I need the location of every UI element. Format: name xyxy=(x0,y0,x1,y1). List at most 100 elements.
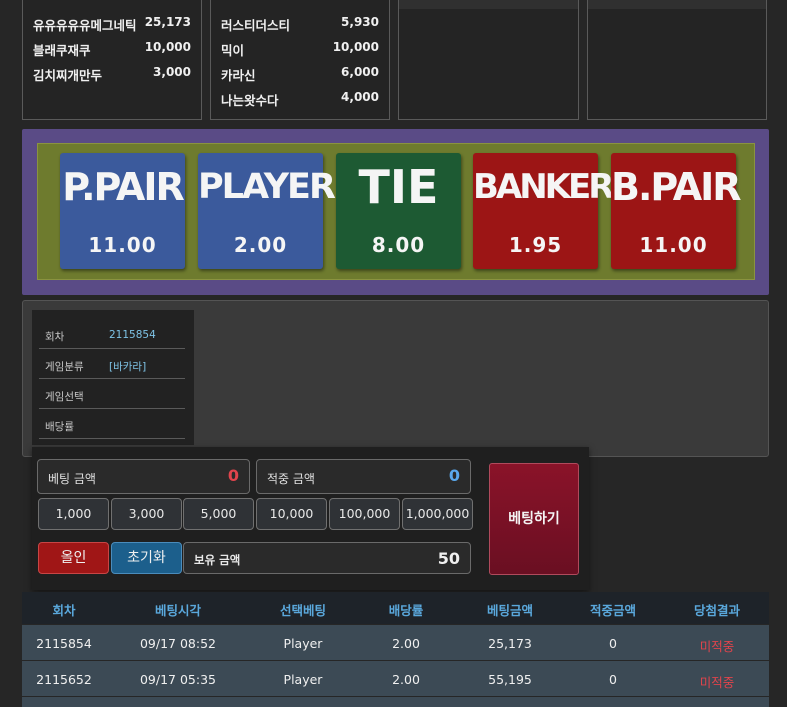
reset-button[interactable]: 초기화 xyxy=(111,542,182,574)
ranking-amount: 25,173 xyxy=(144,15,191,29)
info-row-category: 게임분류 [바카라] xyxy=(39,349,185,379)
column-header: 회차 xyxy=(52,603,76,618)
win-amount-field: 적중 금액 0 xyxy=(256,459,471,494)
column-header: 당첨결과 xyxy=(693,603,741,618)
ranking-panel-1: 유유유유유메그네틱 25,173 블래쿠재쿠 10,000 김치찌개만두 3,000 xyxy=(22,0,202,120)
bet-option-odds: 11.00 xyxy=(88,233,157,257)
info-label: 배당률 xyxy=(45,421,74,433)
table-cell: 0 xyxy=(609,672,617,687)
bet-option-banker[interactable]: BANKER 1.95 xyxy=(473,153,614,269)
ranking-name: 러스티더스티 xyxy=(221,18,291,33)
game-info-table: 회차 2115854 게임분류 [바카라] 게임선택 배당률 xyxy=(32,310,194,445)
bet-amount-value: 0 xyxy=(227,466,239,485)
ranking-panel-3 xyxy=(398,0,579,120)
ranking-name: 나는왓수다 xyxy=(221,93,279,108)
info-label: 게임분류 xyxy=(45,361,84,373)
bet-option-player[interactable]: PLAYER 2.00 xyxy=(198,153,336,269)
table-cell: 25,173 xyxy=(488,636,532,651)
info-row-round: 회차 2115854 xyxy=(39,319,185,349)
ranking-row: 믹이 10,000 xyxy=(221,40,379,59)
bet-amount-label: 베팅 금액 xyxy=(48,472,96,486)
all-in-button[interactable]: 올인 xyxy=(38,542,109,574)
bet-option-tie[interactable]: TIE 8.00 xyxy=(336,153,461,269)
betting-panel: 베팅 금액 0 적중 금액 0 1,000 3,000 5,000 10,000… xyxy=(32,447,589,590)
ranking-panel-4 xyxy=(587,0,767,120)
column-header: 배당률 xyxy=(388,603,424,618)
info-label: 게임선택 xyxy=(45,391,84,403)
bet-option-name: P.PAIR xyxy=(62,165,184,209)
ranking-row: 러스티더스티 5,930 xyxy=(221,15,379,34)
info-label: 회차 xyxy=(45,331,65,343)
ranking-amount: 6,000 xyxy=(341,65,379,79)
table-cell: Player xyxy=(283,672,323,687)
info-value: [바카라] xyxy=(109,361,147,373)
ranking-amount: 5,930 xyxy=(341,15,379,29)
ranking-name: 유유유유유메그네틱 xyxy=(33,18,137,33)
bet-option-name: B.PAIR xyxy=(611,165,742,209)
holding-amount-value: 50 xyxy=(437,549,460,568)
info-value: 2115854 xyxy=(109,329,156,341)
bet-option-odds: 8.00 xyxy=(371,233,426,257)
ranking-amount: 10,000 xyxy=(144,40,191,54)
table-cell: 2115652 xyxy=(36,672,92,687)
result-cell: 미적중 xyxy=(699,675,735,690)
ranking-amount: 10,000 xyxy=(332,40,379,54)
ranking-row: 카라신 6,000 xyxy=(221,65,379,84)
bet-option-odds: 2.00 xyxy=(233,233,288,257)
table-cell: 2115854 xyxy=(36,636,92,651)
ranking-row: 김치찌개만두 3,000 xyxy=(33,65,191,84)
ranking-name: 카라신 xyxy=(221,68,256,83)
table-cell: 2.00 xyxy=(392,636,420,651)
column-header: 선택베팅 xyxy=(279,603,327,618)
bet-option-name: TIE xyxy=(358,160,439,214)
ranking-amount: 3,000 xyxy=(153,65,191,79)
info-row-odds: 배당률 xyxy=(39,409,185,439)
column-header: 베팅시각 xyxy=(154,603,202,618)
ranking-amount: 4,000 xyxy=(341,90,379,104)
chip-button-1000[interactable]: 1,000 xyxy=(38,498,109,530)
table-header: 회차 베팅시각 선택베팅 배당률 베팅금액 적중금액 당첨결과 xyxy=(22,592,769,624)
table-cell: Player xyxy=(283,636,323,651)
chip-button-100000[interactable]: 100,000 xyxy=(329,498,400,530)
bet-amount-field[interactable]: 베팅 금액 0 xyxy=(37,459,250,494)
table-cell: 55,195 xyxy=(488,672,532,687)
holding-amount-label: 보유 금액 xyxy=(194,553,241,567)
chip-button-1000000[interactable]: 1,000,000 xyxy=(402,498,473,530)
result-cell: 미적중 xyxy=(699,639,735,654)
info-row-selection: 게임선택 xyxy=(39,379,185,409)
chip-button-10000[interactable]: 10,000 xyxy=(256,498,327,530)
bet-option-name: PLAYER xyxy=(198,167,336,207)
bet-option-name: BANKER xyxy=(473,167,614,207)
win-amount-label: 적중 금액 xyxy=(267,472,315,486)
bet-option-p-pair[interactable]: P.PAIR 11.00 xyxy=(60,153,185,269)
ranking-name: 김치찌개만두 xyxy=(33,68,103,83)
column-header: 베팅금액 xyxy=(486,603,534,618)
table-cell: 0 xyxy=(609,636,617,651)
holding-amount-field: 보유 금액 50 xyxy=(183,542,471,574)
table-row xyxy=(22,697,769,707)
table-cell: 09/17 08:52 xyxy=(139,636,217,651)
table-row: 2115854 09/17 08:52 Player 2.00 25,173 0… xyxy=(22,625,769,660)
ranking-row: 블래쿠재쿠 10,000 xyxy=(33,40,191,59)
ranking-row: 유유유유유메그네틱 25,173 xyxy=(33,15,191,34)
bet-board: P.PAIR 11.00 PLAYER 2.00 TIE 8.00 BANKER… xyxy=(22,129,769,295)
ranking-panel-2: 러스티더스티 5,930 믹이 10,000 카라신 6,000 나는왓수다 4,000 xyxy=(210,0,390,120)
table-cell: 09/17 05:35 xyxy=(139,672,217,687)
ranking-name: 믹이 xyxy=(221,43,245,58)
ranking-name: 블래쿠재쿠 xyxy=(33,43,91,58)
table-row: 2115652 09/17 05:35 Player 2.00 55,195 0… xyxy=(22,661,769,696)
place-bet-button[interactable]: 베팅하기 xyxy=(489,463,579,575)
bet-option-odds: 1.95 xyxy=(508,233,563,257)
panel-topbar xyxy=(588,0,766,9)
bet-option-odds: 11.00 xyxy=(639,233,708,257)
bet-option-b-pair[interactable]: B.PAIR 11.00 xyxy=(611,153,742,269)
chip-button-5000[interactable]: 5,000 xyxy=(183,498,254,530)
win-amount-value: 0 xyxy=(448,466,460,485)
chip-button-3000[interactable]: 3,000 xyxy=(111,498,182,530)
bet-history-table: 회차 베팅시각 선택베팅 배당률 베팅금액 적중금액 당첨결과 2115854 … xyxy=(22,592,769,707)
bet-board-felt: P.PAIR 11.00 PLAYER 2.00 TIE 8.00 BANKER… xyxy=(37,143,755,280)
ranking-row: 나는왓수다 4,000 xyxy=(221,90,379,109)
column-header: 적중금액 xyxy=(589,603,637,618)
table-cell: 2.00 xyxy=(392,672,420,687)
panel-topbar xyxy=(399,0,578,9)
